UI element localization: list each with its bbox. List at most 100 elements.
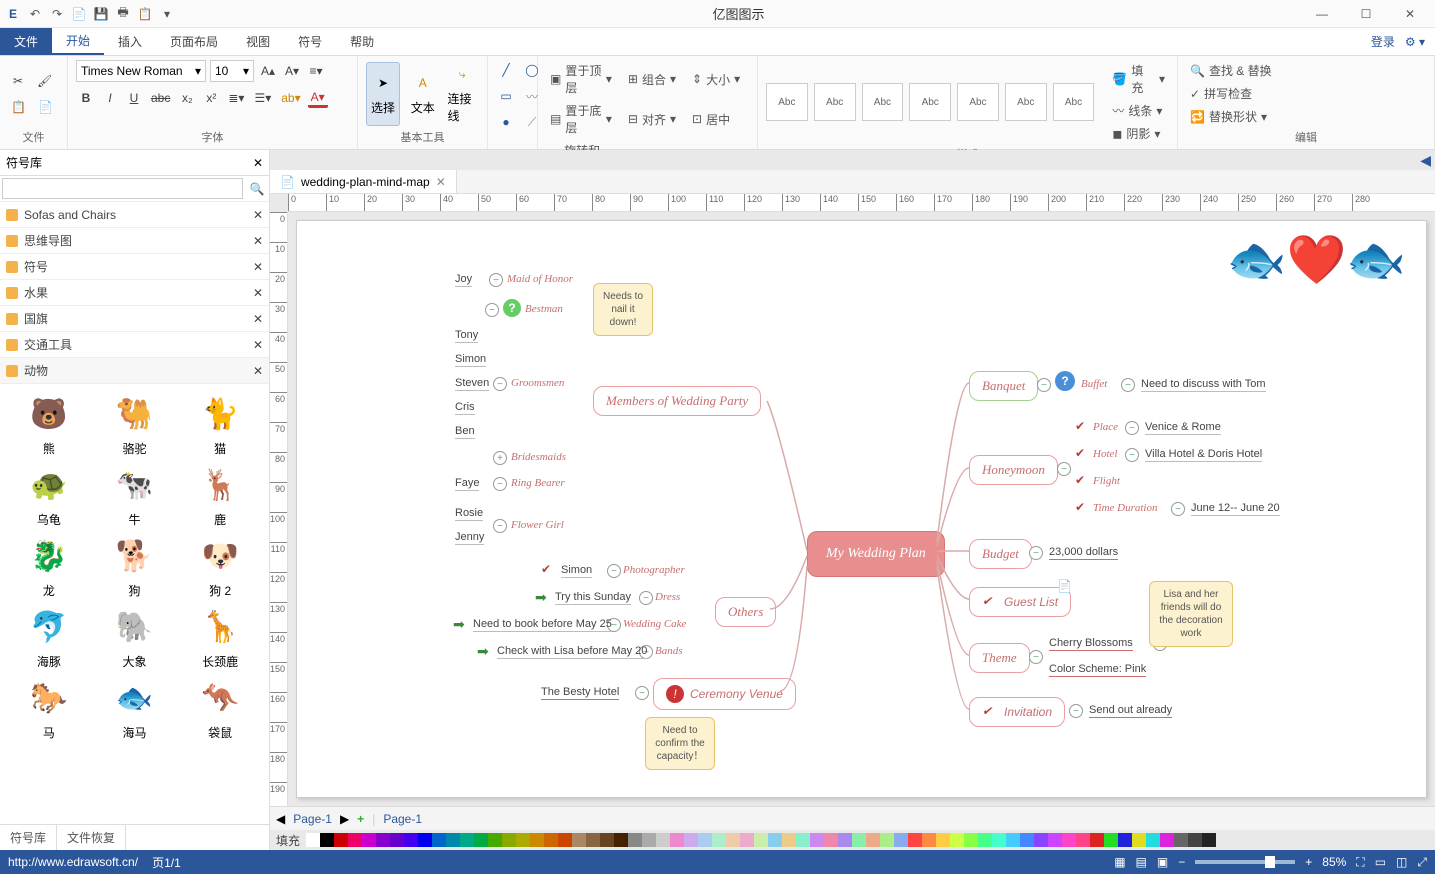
zoom-slider[interactable] <box>1195 860 1295 864</box>
strike-button[interactable]: abc <box>148 88 173 108</box>
color-swatch[interactable] <box>558 833 572 847</box>
toggle-budget[interactable]: − <box>1029 546 1043 560</box>
label-discuss[interactable]: Need to discuss with Tom <box>1141 378 1266 392</box>
tab-symbol[interactable]: 符号 <box>284 28 336 55</box>
symbol-turtle[interactable]: 🐢乌龟 <box>9 461 89 528</box>
label-steven[interactable]: Steven <box>455 377 489 391</box>
panel-tab-library[interactable]: 符号库 <box>0 825 57 850</box>
color-swatch[interactable] <box>1090 833 1104 847</box>
color-swatch[interactable] <box>376 833 390 847</box>
color-swatch[interactable] <box>936 833 950 847</box>
page-tab-1b[interactable]: Page-1 <box>383 812 422 826</box>
label-maid[interactable]: Maid of Honor <box>507 273 573 285</box>
color-swatch[interactable] <box>1048 833 1062 847</box>
color-swatch[interactable] <box>754 833 768 847</box>
sticky-confirm[interactable]: Need to confirm the capacity！ <box>645 717 715 770</box>
label-tony[interactable]: Tony <box>455 329 478 343</box>
style-preset-2[interactable]: Abc <box>814 83 856 121</box>
copy-button[interactable]: 📋 <box>8 97 29 117</box>
bullet-button[interactable]: ≣▾ <box>225 88 247 108</box>
node-guest[interactable]: ✔Guest List <box>969 587 1071 617</box>
symbol-dragon[interactable]: 🐉龙 <box>9 532 89 599</box>
color-swatch[interactable] <box>1104 833 1118 847</box>
node-ceremony[interactable]: !Ceremony Venue <box>653 678 796 710</box>
label-cake[interactable]: Wedding Cake <box>623 618 686 630</box>
color-swatch[interactable] <box>908 833 922 847</box>
node-center[interactable]: My Wedding Plan <box>807 531 945 577</box>
label-bestman[interactable]: Bestman <box>525 303 563 315</box>
toggle-ceremony[interactable]: − <box>635 686 649 700</box>
bold-button[interactable]: B <box>76 88 96 108</box>
toggle-photographer[interactable]: − <box>607 564 621 578</box>
underline-button[interactable]: U <box>124 88 144 108</box>
color-swatch[interactable] <box>502 833 516 847</box>
decrease-font-button[interactable]: A▾ <box>282 61 302 81</box>
label-joy[interactable]: Joy <box>455 273 472 287</box>
color-swatch[interactable] <box>516 833 530 847</box>
tab-help[interactable]: 帮助 <box>336 28 388 55</box>
style-preset-7[interactable]: Abc <box>1053 83 1095 121</box>
color-swatch[interactable] <box>642 833 656 847</box>
color-swatch[interactable] <box>852 833 866 847</box>
cat-fruit[interactable]: 水果✕ <box>0 280 269 306</box>
label-faye[interactable]: Faye <box>455 477 479 491</box>
paste-button[interactable]: 📋 <box>136 5 154 23</box>
panel-tab-recovery[interactable]: 文件恢复 <box>57 825 126 850</box>
toggle-groomsmen[interactable]: − <box>493 377 507 391</box>
text-tool-button[interactable]: A文本 <box>406 62 439 126</box>
symbol-deer[interactable]: 🦌鹿 <box>180 461 260 528</box>
label-ringbearer[interactable]: Ring Bearer <box>511 477 565 489</box>
select-tool-button[interactable]: ➤选择 <box>366 62 400 126</box>
label-trysunday[interactable]: Try this Sunday <box>555 591 631 605</box>
color-swatch[interactable] <box>446 833 460 847</box>
color-swatch[interactable] <box>1202 833 1216 847</box>
label-checklisa[interactable]: Check with Lisa before May 20 <box>497 645 647 659</box>
symbol-camel[interactable]: 🐫骆驼 <box>94 390 174 457</box>
color-swatch[interactable] <box>838 833 852 847</box>
canvas-page[interactable]: 🐟❤️🐟 My Wedding Plan Members of Wedding … <box>296 220 1427 798</box>
node-budget[interactable]: Budget <box>969 539 1032 569</box>
page-nav-next-icon[interactable]: ▶ <box>340 812 349 826</box>
color-swatch[interactable] <box>1160 833 1174 847</box>
settings-gear-icon[interactable]: ⚙ ▾ <box>1405 35 1425 49</box>
print-button[interactable]: 🖶 <box>114 5 132 23</box>
label-cris[interactable]: Cris <box>455 401 475 415</box>
toggle-bestman[interactable]: − <box>485 303 499 317</box>
cat-transport[interactable]: 交通工具✕ <box>0 332 269 358</box>
color-swatch[interactable] <box>488 833 502 847</box>
cat-mindmap[interactable]: 思维导图✕ <box>0 228 269 254</box>
minimize-button[interactable]: — <box>1301 2 1343 26</box>
undo-button[interactable]: ↶ <box>26 5 44 23</box>
toggle-buffet[interactable]: − <box>1121 378 1135 392</box>
label-flowergirl[interactable]: Flower Girl <box>511 519 564 531</box>
color-swatch[interactable] <box>950 833 964 847</box>
color-swatch[interactable] <box>1034 833 1048 847</box>
color-swatch[interactable] <box>698 833 712 847</box>
label-budgetv[interactable]: 23,000 dollars <box>1049 546 1118 560</box>
sticky-bestman[interactable]: Needs to nail it down! <box>593 283 653 336</box>
color-swatch[interactable] <box>362 833 376 847</box>
zoom-out-button[interactable]: − <box>1178 855 1185 869</box>
label-buffet[interactable]: Buffet <box>1081 378 1107 390</box>
label-dress[interactable]: Dress <box>655 591 680 603</box>
label-photographer[interactable]: Photographer <box>623 564 685 576</box>
group-button[interactable]: ⊞ 组合 ▾ <box>624 60 680 98</box>
tab-file[interactable]: 文件 <box>0 28 52 55</box>
sup-button[interactable]: x² <box>201 88 221 108</box>
symbol-cow[interactable]: 🐄牛 <box>94 461 174 528</box>
node-invitation[interactable]: ✔Invitation <box>969 697 1065 727</box>
symbol-elephant[interactable]: 🐘大象 <box>94 603 174 670</box>
color-swatch[interactable] <box>1006 833 1020 847</box>
list-button[interactable]: ☰▾ <box>251 88 274 108</box>
send-back-button[interactable]: ▤ 置于底层 ▾ <box>546 100 616 138</box>
label-place[interactable]: Place <box>1093 421 1118 433</box>
circle-shape-icon[interactable]: ● <box>496 112 516 132</box>
align-button[interactable]: ≡▾ <box>306 61 326 81</box>
label-hotel[interactable]: Hotel <box>1093 448 1117 460</box>
color-swatch[interactable] <box>782 833 796 847</box>
color-swatch[interactable] <box>712 833 726 847</box>
label-besty[interactable]: The Besty Hotel <box>541 686 619 700</box>
expand-panel-icon[interactable]: ◀ <box>270 150 1435 170</box>
color-swatch[interactable] <box>404 833 418 847</box>
style-preset-6[interactable]: Abc <box>1005 83 1047 121</box>
